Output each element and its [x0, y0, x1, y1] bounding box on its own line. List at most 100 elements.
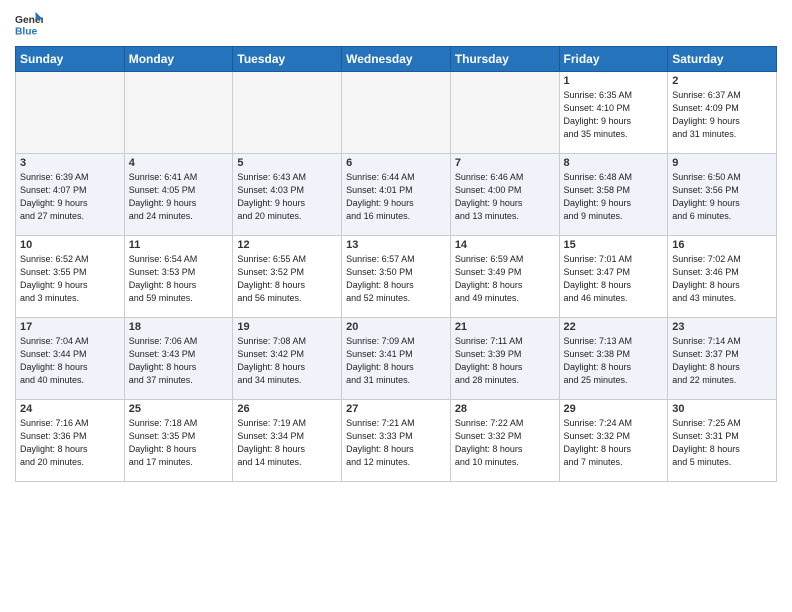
page-header: General Blue — [15, 10, 777, 38]
day-number: 14 — [455, 239, 555, 251]
day-cell: 23 Sunrise: 7:14 AM Sunset: 3:37 PM Dayli… — [668, 318, 777, 400]
day-info: Sunrise: 6:39 AM Sunset: 4:07 PM Dayligh… — [20, 171, 120, 223]
day-number: 1 — [564, 75, 664, 87]
day-cell: 26 Sunrise: 7:19 AM Sunset: 3:34 PM Dayli… — [233, 400, 342, 482]
day-cell: 22 Sunrise: 7:13 AM Sunset: 3:38 PM Dayli… — [559, 318, 668, 400]
day-info: Sunrise: 7:09 AM Sunset: 3:41 PM Dayligh… — [346, 335, 446, 387]
weekday-wednesday: Wednesday — [342, 47, 451, 72]
day-number: 4 — [129, 157, 229, 169]
week-row-2: 3 Sunrise: 6:39 AM Sunset: 4:07 PM Daylig… — [16, 154, 777, 236]
day-number: 9 — [672, 157, 772, 169]
logo-icon: General Blue — [15, 10, 43, 38]
week-row-5: 24 Sunrise: 7:16 AM Sunset: 3:36 PM Dayli… — [16, 400, 777, 482]
day-number: 30 — [672, 403, 772, 415]
day-cell — [342, 72, 451, 154]
day-info: Sunrise: 7:13 AM Sunset: 3:38 PM Dayligh… — [564, 335, 664, 387]
calendar-table: SundayMondayTuesdayWednesdayThursdayFrid… — [15, 46, 777, 482]
day-number: 2 — [672, 75, 772, 87]
day-number: 7 — [455, 157, 555, 169]
day-number: 19 — [237, 321, 337, 333]
day-info: Sunrise: 6:57 AM Sunset: 3:50 PM Dayligh… — [346, 253, 446, 305]
svg-text:Blue: Blue — [15, 26, 38, 37]
day-info: Sunrise: 6:46 AM Sunset: 4:00 PM Dayligh… — [455, 171, 555, 223]
weekday-tuesday: Tuesday — [233, 47, 342, 72]
day-info: Sunrise: 6:44 AM Sunset: 4:01 PM Dayligh… — [346, 171, 446, 223]
day-info: Sunrise: 7:14 AM Sunset: 3:37 PM Dayligh… — [672, 335, 772, 387]
day-cell: 4 Sunrise: 6:41 AM Sunset: 4:05 PM Daylig… — [124, 154, 233, 236]
weekday-monday: Monday — [124, 47, 233, 72]
day-cell: 3 Sunrise: 6:39 AM Sunset: 4:07 PM Daylig… — [16, 154, 125, 236]
day-number: 27 — [346, 403, 446, 415]
day-number: 5 — [237, 157, 337, 169]
day-number: 21 — [455, 321, 555, 333]
day-info: Sunrise: 7:11 AM Sunset: 3:39 PM Dayligh… — [455, 335, 555, 387]
logo: General Blue — [15, 10, 47, 38]
day-cell: 24 Sunrise: 7:16 AM Sunset: 3:36 PM Dayli… — [16, 400, 125, 482]
day-cell: 9 Sunrise: 6:50 AM Sunset: 3:56 PM Daylig… — [668, 154, 777, 236]
day-number: 18 — [129, 321, 229, 333]
day-info: Sunrise: 6:35 AM Sunset: 4:10 PM Dayligh… — [564, 89, 664, 141]
day-info: Sunrise: 7:16 AM Sunset: 3:36 PM Dayligh… — [20, 417, 120, 469]
day-cell — [16, 72, 125, 154]
day-info: Sunrise: 6:50 AM Sunset: 3:56 PM Dayligh… — [672, 171, 772, 223]
weekday-friday: Friday — [559, 47, 668, 72]
day-cell: 27 Sunrise: 7:21 AM Sunset: 3:33 PM Dayli… — [342, 400, 451, 482]
day-info: Sunrise: 7:08 AM Sunset: 3:42 PM Dayligh… — [237, 335, 337, 387]
day-info: Sunrise: 6:43 AM Sunset: 4:03 PM Dayligh… — [237, 171, 337, 223]
day-info: Sunrise: 7:04 AM Sunset: 3:44 PM Dayligh… — [20, 335, 120, 387]
week-row-3: 10 Sunrise: 6:52 AM Sunset: 3:55 PM Dayli… — [16, 236, 777, 318]
day-number: 17 — [20, 321, 120, 333]
day-number: 3 — [20, 157, 120, 169]
day-number: 23 — [672, 321, 772, 333]
day-info: Sunrise: 6:54 AM Sunset: 3:53 PM Dayligh… — [129, 253, 229, 305]
day-number: 10 — [20, 239, 120, 251]
day-number: 26 — [237, 403, 337, 415]
day-number: 8 — [564, 157, 664, 169]
day-info: Sunrise: 6:55 AM Sunset: 3:52 PM Dayligh… — [237, 253, 337, 305]
day-number: 22 — [564, 321, 664, 333]
day-number: 20 — [346, 321, 446, 333]
weekday-thursday: Thursday — [450, 47, 559, 72]
day-cell: 2Sunrise: 6:37 AM Sunset: 4:09 PM Daylig… — [668, 72, 777, 154]
day-info: Sunrise: 6:52 AM Sunset: 3:55 PM Dayligh… — [20, 253, 120, 305]
day-cell: 30Sunrise: 7:25 AM Sunset: 3:31 PM Dayli… — [668, 400, 777, 482]
day-cell: 7 Sunrise: 6:46 AM Sunset: 4:00 PM Daylig… — [450, 154, 559, 236]
day-cell: 12 Sunrise: 6:55 AM Sunset: 3:52 PM Dayli… — [233, 236, 342, 318]
day-cell — [124, 72, 233, 154]
day-number: 13 — [346, 239, 446, 251]
day-cell: 10 Sunrise: 6:52 AM Sunset: 3:55 PM Dayli… — [16, 236, 125, 318]
day-cell: 14 Sunrise: 6:59 AM Sunset: 3:49 PM Dayli… — [450, 236, 559, 318]
day-cell: 25Sunrise: 7:18 AM Sunset: 3:35 PM Dayli… — [124, 400, 233, 482]
day-cell — [450, 72, 559, 154]
day-number: 15 — [564, 239, 664, 251]
day-info: Sunrise: 6:41 AM Sunset: 4:05 PM Dayligh… — [129, 171, 229, 223]
day-info: Sunrise: 7:18 AM Sunset: 3:35 PM Dayligh… — [129, 417, 229, 469]
day-cell: 16 Sunrise: 7:02 AM Sunset: 3:46 PM Dayli… — [668, 236, 777, 318]
week-row-1: 1 Sunrise: 6:35 AM Sunset: 4:10 PM Daylig… — [16, 72, 777, 154]
day-cell: 21 Sunrise: 7:11 AM Sunset: 3:39 PM Dayli… — [450, 318, 559, 400]
day-info: Sunrise: 7:21 AM Sunset: 3:33 PM Dayligh… — [346, 417, 446, 469]
day-info: Sunrise: 7:22 AM Sunset: 3:32 PM Dayligh… — [455, 417, 555, 469]
day-cell: 28Sunrise: 7:22 AM Sunset: 3:32 PM Dayli… — [450, 400, 559, 482]
day-info: Sunrise: 7:06 AM Sunset: 3:43 PM Dayligh… — [129, 335, 229, 387]
day-number: 11 — [129, 239, 229, 251]
day-number: 24 — [20, 403, 120, 415]
day-info: Sunrise: 6:59 AM Sunset: 3:49 PM Dayligh… — [455, 253, 555, 305]
day-cell: 8Sunrise: 6:48 AM Sunset: 3:58 PM Daylig… — [559, 154, 668, 236]
day-number: 16 — [672, 239, 772, 251]
day-info: Sunrise: 7:19 AM Sunset: 3:34 PM Dayligh… — [237, 417, 337, 469]
weekday-header-row: SundayMondayTuesdayWednesdayThursdayFrid… — [16, 47, 777, 72]
day-cell: 17 Sunrise: 7:04 AM Sunset: 3:44 PM Dayli… — [16, 318, 125, 400]
day-info: Sunrise: 7:01 AM Sunset: 3:47 PM Dayligh… — [564, 253, 664, 305]
weekday-saturday: Saturday — [668, 47, 777, 72]
day-cell: 1 Sunrise: 6:35 AM Sunset: 4:10 PM Daylig… — [559, 72, 668, 154]
day-cell: 19 Sunrise: 7:08 AM Sunset: 3:42 PM Dayli… — [233, 318, 342, 400]
day-cell: 29Sunrise: 7:24 AM Sunset: 3:32 PM Dayli… — [559, 400, 668, 482]
week-row-4: 17 Sunrise: 7:04 AM Sunset: 3:44 PM Dayli… — [16, 318, 777, 400]
day-number: 6 — [346, 157, 446, 169]
day-info: Sunrise: 7:24 AM Sunset: 3:32 PM Dayligh… — [564, 417, 664, 469]
day-number: 12 — [237, 239, 337, 251]
day-info: Sunrise: 7:02 AM Sunset: 3:46 PM Dayligh… — [672, 253, 772, 305]
day-cell: 20 Sunrise: 7:09 AM Sunset: 3:41 PM Dayli… — [342, 318, 451, 400]
day-cell: 13 Sunrise: 6:57 AM Sunset: 3:50 PM Dayli… — [342, 236, 451, 318]
